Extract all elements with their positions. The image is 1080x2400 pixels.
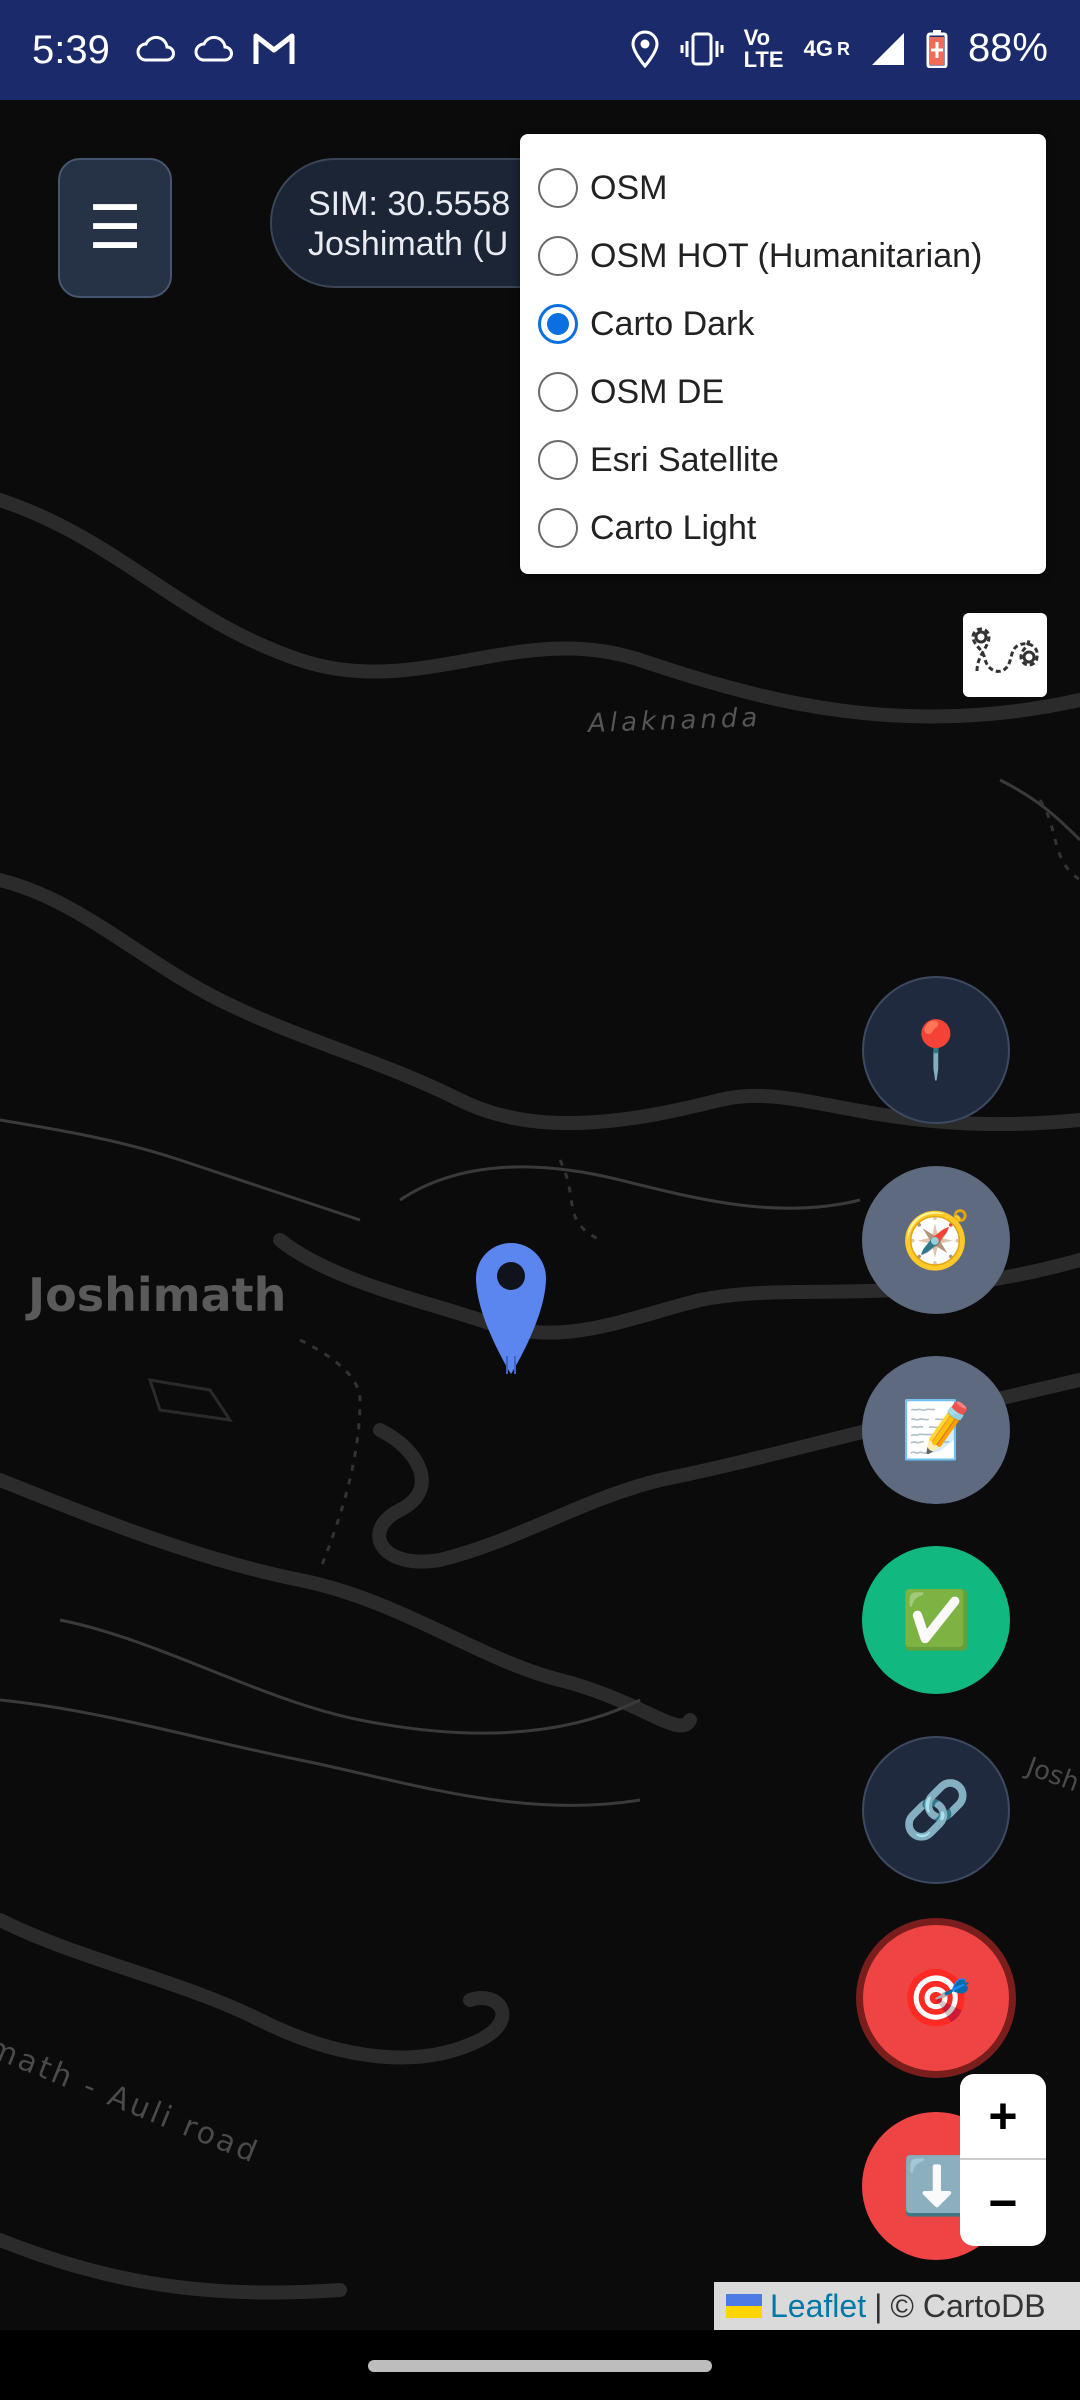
target-button[interactable]: 🎯 [856,1918,1016,2078]
radio-button[interactable] [538,440,578,480]
system-icons: Vo LTE 4G R 88% [630,26,1048,71]
link-icon: 🔗 [901,1778,971,1841]
volte-indicator: Vo LTE [743,24,784,72]
battery-icon [926,29,948,68]
layer-option-esri-satellite[interactable]: Esri Satellite [538,426,1046,494]
layer-control-panel: OSM OSM HOT (Humanitarian) Carto Dark OS… [520,134,1046,574]
network-type: 4G [803,35,833,61]
zoom-out-button[interactable]: − [960,2160,1046,2246]
menu-button[interactable]: ☰ [58,158,172,298]
vibrate-icon [680,32,724,65]
map-attribution: Leaflet | © CartoDB [714,2282,1080,2330]
radio-button[interactable] [538,372,578,412]
leaflet-link[interactable]: Leaflet [770,2288,866,2325]
check-button[interactable]: ✅ [862,1546,1010,1694]
navigation-bar [0,2330,1080,2400]
cloud-icon [136,35,175,62]
location-icon [631,30,659,68]
layer-option-osm-de[interactable]: OSM DE [538,358,1046,426]
compass-icon: 🧭 [901,1208,971,1271]
link-button[interactable]: 🔗 [862,1736,1010,1884]
notes-button[interactable]: 📝 [862,1356,1010,1504]
status-time: 5:39 [32,28,110,72]
compass-button[interactable]: 🧭 [862,1166,1010,1314]
layer-option-label: OSM [590,168,668,207]
town-label: Joshimath [28,1268,287,1322]
roaming-indicator: R [836,38,850,59]
signal-icon [871,32,904,65]
target-icon: 🎯 [901,1966,971,2029]
pin-icon: 📍 [901,1018,971,1081]
battery-percent: 88% [967,26,1048,70]
layer-option-label: OSM HOT (Humanitarian) [590,236,983,275]
route-icon [971,627,1039,673]
layer-option-label: OSM DE [590,372,725,411]
river-label: Alaknanda [587,702,762,740]
layer-option-label: Carto Dark [590,304,755,343]
radio-button[interactable] [538,236,578,276]
radio-button[interactable] [538,508,578,548]
radio-button[interactable] [538,168,578,208]
notification-icons [136,32,296,66]
layer-option-carto-light[interactable]: Carto Light [538,494,1046,562]
location-marker[interactable] [472,1238,550,1378]
layer-option-osm[interactable]: OSM [538,154,1046,222]
cloud-icon [194,35,233,62]
zoom-in-button[interactable]: + [960,2074,1046,2160]
layer-option-carto-dark[interactable]: Carto Dark [538,290,1046,358]
route-layer-toggle[interactable] [963,613,1047,697]
check-icon: ✅ [901,1588,971,1651]
attribution-provider: © CartoDB [890,2287,1046,2324]
home-gesture-handle[interactable] [368,2360,712,2372]
attribution-separator: | [874,2287,883,2324]
gmail-icon [253,33,295,64]
radio-button-selected[interactable] [538,304,578,344]
layer-option-label: Esri Satellite [590,440,779,479]
status-bar: 5:39 Vo LTE 4G R 88% [0,0,1080,100]
pin-button[interactable]: 📍 [862,976,1010,1124]
notes-icon: 📝 [901,1398,971,1461]
layer-option-label: Carto Light [590,508,757,547]
ukraine-flag-icon [726,2294,762,2318]
zoom-control: + − [960,2074,1046,2246]
layer-option-osm-hot[interactable]: OSM HOT (Humanitarian) [538,222,1046,290]
